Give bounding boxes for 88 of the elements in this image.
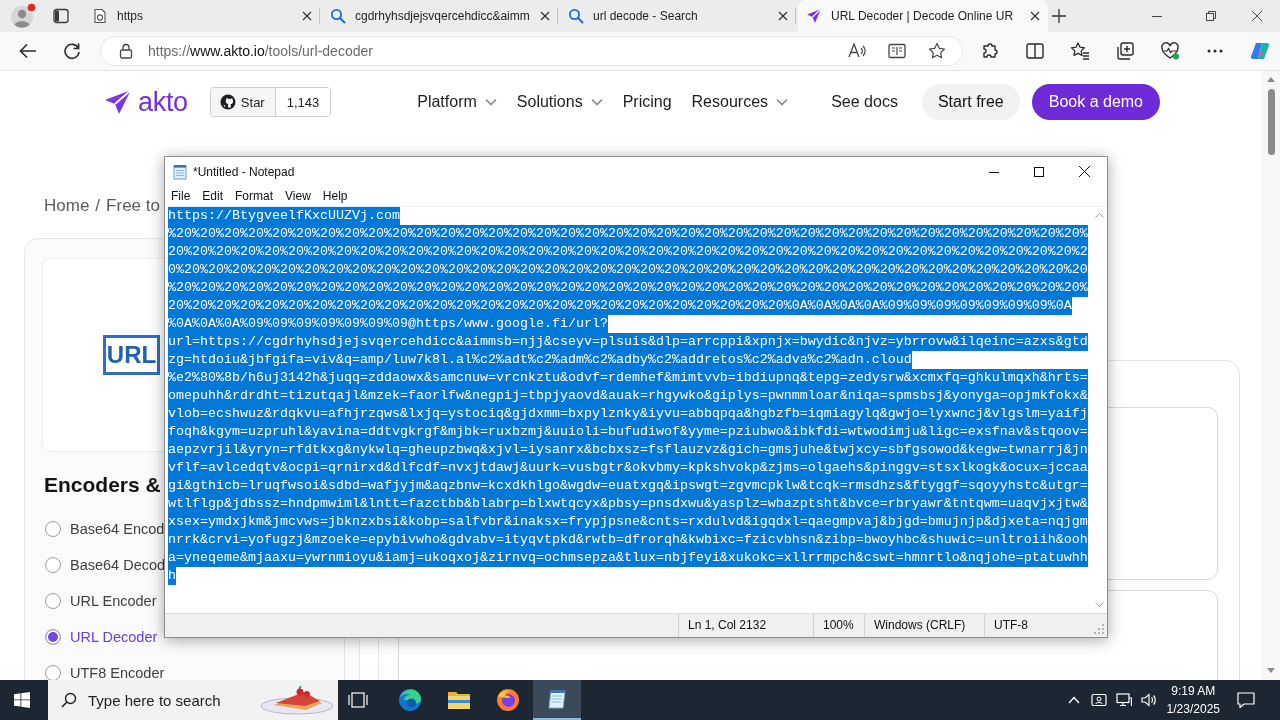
search-icon xyxy=(330,8,346,24)
scroll-up-icon[interactable] xyxy=(1094,213,1104,218)
scroll-up-icon[interactable] xyxy=(1267,77,1275,82)
radio-label[interactable]: URL Decoder xyxy=(70,629,158,645)
scrollbar-thumb[interactable] xyxy=(1267,89,1275,155)
radio-label[interactable]: UTF8 Encoder xyxy=(70,665,165,680)
radio-button[interactable] xyxy=(45,665,61,680)
status-text: 100% xyxy=(813,614,864,637)
resize-grip-icon[interactable] xyxy=(1094,624,1104,634)
video-call-icon[interactable] xyxy=(1090,692,1107,708)
back-icon[interactable] xyxy=(18,41,38,61)
read-aloud-icon[interactable] xyxy=(848,42,866,60)
page-icon xyxy=(92,8,108,24)
window-title: *Untitled - Notepad xyxy=(193,164,295,179)
search-icon xyxy=(568,8,584,24)
docs-link[interactable]: See docs xyxy=(831,93,898,111)
logo-text[interactable]: akto xyxy=(138,86,188,118)
breadcrumb-current: Free to xyxy=(106,196,160,216)
avatar-icon[interactable] xyxy=(10,3,36,29)
menu-item[interactable]: Format xyxy=(235,189,274,203)
breadcrumb-separator: / xyxy=(95,196,101,216)
maximize-icon[interactable] xyxy=(1034,166,1044,177)
nav-menu[interactable]: Pricing xyxy=(622,93,672,111)
refresh-icon[interactable] xyxy=(62,41,82,61)
speaker-icon[interactable] xyxy=(1140,692,1157,708)
radio-button[interactable] xyxy=(45,593,61,609)
close-icon[interactable] xyxy=(778,11,788,21)
heart-pulse-icon[interactable] xyxy=(1160,41,1180,61)
status-text: UTF-8 xyxy=(984,614,1080,637)
extensions-icon[interactable] xyxy=(980,41,1000,61)
restore-icon[interactable] xyxy=(1206,11,1216,21)
radio-button[interactable] xyxy=(45,629,61,645)
panel-icon[interactable] xyxy=(53,8,69,24)
paper-plane-icon xyxy=(806,8,822,24)
split-screen-icon[interactable] xyxy=(1025,41,1045,61)
folder-icon xyxy=(447,689,471,711)
notepad-icon xyxy=(546,688,568,710)
network-icon[interactable] xyxy=(1115,692,1132,708)
pie-icon xyxy=(260,685,334,715)
radio-button[interactable] xyxy=(45,521,61,537)
github-icon xyxy=(219,94,236,110)
menu-item[interactable]: Edit xyxy=(202,189,224,203)
lock-icon[interactable] xyxy=(119,43,133,59)
taskbar-button[interactable] xyxy=(533,680,581,720)
menu-item[interactable]: File xyxy=(171,189,191,203)
notepad-icon xyxy=(172,163,188,180)
radio-label[interactable]: Base64 Encod xyxy=(70,521,165,537)
status-text: Windows (CRLF) xyxy=(864,614,984,637)
scroll-down-icon[interactable] xyxy=(1094,602,1104,607)
nav-menu[interactable]: Solutions xyxy=(516,93,603,111)
close-icon[interactable] xyxy=(540,11,550,21)
close-icon[interactable] xyxy=(1252,11,1262,21)
notification-icon[interactable] xyxy=(1237,691,1255,709)
star-button[interactable]: Star xyxy=(210,88,276,116)
start-button[interactable]: Start free xyxy=(921,84,1020,120)
menu-item[interactable]: View xyxy=(285,189,311,203)
status-text: Ln 1, Col 2132 xyxy=(678,614,813,637)
url-logo: URL xyxy=(103,335,160,375)
new-tab-icon[interactable] xyxy=(1052,9,1066,23)
radio-button[interactable] xyxy=(45,557,61,573)
demo-button[interactable]: Book a demo xyxy=(1031,84,1160,120)
task-view-icon xyxy=(348,692,368,708)
nav-menu[interactable]: Resources xyxy=(691,93,789,111)
address-field[interactable]: https://www.akto.io/tools/url-decoder xyxy=(100,36,963,66)
search-field[interactable]: Type here to search xyxy=(48,680,338,720)
windows-icon[interactable] xyxy=(14,692,30,708)
reader-view-icon[interactable] xyxy=(888,42,906,60)
browser-tab[interactable]: URL Decoder | Decode Online UR xyxy=(798,0,1048,32)
close-icon[interactable] xyxy=(1079,166,1090,177)
edge-icon xyxy=(398,688,422,712)
clock-time[interactable]: 9:19 AM xyxy=(1171,682,1216,700)
menu-item[interactable]: Help xyxy=(322,189,348,203)
favorite-star-icon[interactable] xyxy=(928,42,946,60)
scroll-down-icon[interactable] xyxy=(1267,668,1275,673)
search-icon xyxy=(61,692,77,708)
close-icon[interactable] xyxy=(302,11,312,21)
breadcrumb-link[interactable]: Home xyxy=(44,196,90,216)
close-icon[interactable] xyxy=(1030,11,1040,21)
clock-date[interactable]: 1/23/2025 xyxy=(1166,700,1220,718)
firefox-icon xyxy=(496,688,520,712)
copilot-icon[interactable] xyxy=(1250,41,1270,61)
radio-label[interactable]: Base64 Decod xyxy=(70,557,166,573)
nav-menu[interactable]: Platform xyxy=(417,93,497,111)
favorites-icon[interactable] xyxy=(1070,41,1090,61)
radio-label[interactable]: URL Encoder xyxy=(70,593,157,609)
collections-icon[interactable] xyxy=(1115,41,1135,61)
paper-plane-icon[interactable] xyxy=(104,89,132,115)
chevron-up-icon[interactable] xyxy=(1067,696,1080,704)
